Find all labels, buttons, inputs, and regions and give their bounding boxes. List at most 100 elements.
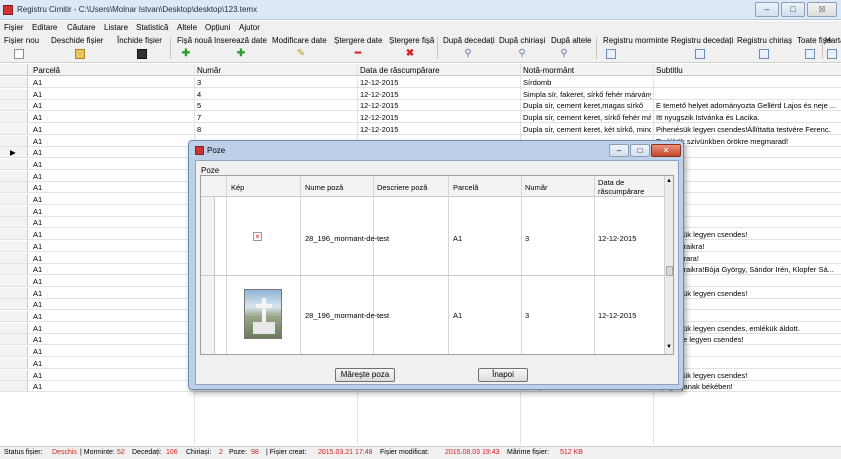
modify-data-button[interactable]: Modificare date ✎ xyxy=(272,34,330,63)
photos-column-description[interactable]: Descriere poză xyxy=(377,183,427,192)
scroll-thumb[interactable] xyxy=(666,266,673,276)
cell-parcela: A1 xyxy=(33,136,43,146)
dialog-close-button[interactable]: ✕ xyxy=(651,144,681,157)
photos-column-date[interactable]: Data de răscumpărare xyxy=(598,178,644,196)
row-header[interactable] xyxy=(0,299,28,310)
row-header[interactable] xyxy=(0,252,28,263)
menu-cautare[interactable]: Căutare xyxy=(67,23,95,32)
remove-icon: ━ xyxy=(354,48,362,59)
row-header[interactable] xyxy=(0,123,28,134)
zoom-photo-button[interactable]: Mărește poza xyxy=(335,368,395,382)
new-file-button[interactable]: Fișier nou xyxy=(4,34,44,63)
close-button[interactable]: ⊠ xyxy=(807,2,837,17)
cell-numar: 4 xyxy=(197,89,202,99)
minimize-button[interactable]: – xyxy=(755,2,779,17)
row-header[interactable] xyxy=(0,158,28,169)
row-header[interactable] xyxy=(0,229,28,240)
dialog-title: Poze xyxy=(207,146,226,155)
search-other-button[interactable]: După altele ⚲ xyxy=(551,34,593,63)
row-header[interactable] xyxy=(0,264,28,275)
column-header-parcela[interactable]: Parcelă xyxy=(33,66,193,75)
status-created-value: 2015.03.21 17:48 xyxy=(318,449,373,456)
photos-scrollbar[interactable]: ▲ ▼ xyxy=(664,176,673,354)
menu-listare[interactable]: Listare xyxy=(104,23,128,32)
row-header[interactable] xyxy=(0,322,28,333)
maximize-button[interactable]: □ xyxy=(781,2,805,17)
row-header[interactable] xyxy=(0,182,28,193)
photos-column-parcel[interactable]: Parcelă xyxy=(453,183,478,192)
column-header-data[interactable]: Data de răscumpărare xyxy=(360,66,520,75)
menu-statistica[interactable]: Statistică xyxy=(136,23,168,32)
table-row[interactable]: A1 5 12-12-2015 Dupla sír, cement keret,mag… xyxy=(0,100,841,112)
scroll-up-icon[interactable]: ▲ xyxy=(666,178,672,184)
row-header[interactable] xyxy=(0,112,28,123)
row-header[interactable] xyxy=(0,275,28,286)
row-header[interactable] xyxy=(0,357,28,368)
delete-record-button[interactable]: Ștergere fișă ✖ xyxy=(389,34,434,63)
status-created-label: | Fișier creat: xyxy=(266,449,307,456)
row-header[interactable] xyxy=(0,381,28,392)
photos-grid[interactable]: Kép Nume poză Descriere poză Parcelă Num… xyxy=(200,175,674,355)
register-graves-button[interactable]: Registru morminte xyxy=(603,34,668,63)
register-deceased-button[interactable]: Registru decedați xyxy=(671,34,733,63)
status-modified-label: Fișier modificat: xyxy=(380,449,430,456)
row-header[interactable] xyxy=(0,88,28,99)
row-header[interactable] xyxy=(0,287,28,298)
photos-column-name[interactable]: Nume poză xyxy=(305,183,343,192)
row-header[interactable]: ▶ xyxy=(0,147,28,158)
search-icon: ⚲ xyxy=(464,48,472,59)
cell-subtitlu: Pihenésük legyen csendes!Állíttatta test… xyxy=(656,124,831,134)
scroll-down-icon[interactable]: ▼ xyxy=(666,344,672,350)
row-header[interactable] xyxy=(0,170,28,181)
menu-optiuni[interactable]: Opțiuni xyxy=(205,23,230,32)
search-deceased-button[interactable]: După decedați ⚲ xyxy=(443,34,495,63)
table-row[interactable]: A1 7 12-12-2015 Dupla sír, cement keret, sí… xyxy=(0,112,841,124)
new-record-button[interactable]: Fișă nouă ✚ xyxy=(177,34,212,63)
row-header[interactable] xyxy=(0,217,28,228)
row-header[interactable] xyxy=(0,334,28,345)
photos-column-number[interactable]: Număr xyxy=(525,183,548,192)
cell-data: 12-12-2015 xyxy=(360,78,399,87)
delete-data-button[interactable]: Ștergere date ━ xyxy=(334,34,384,63)
insert-data-button[interactable]: Inserează date ✚ xyxy=(214,34,268,63)
open-file-button[interactable]: Deschide fișier xyxy=(51,34,111,63)
menu-editare[interactable]: Editare xyxy=(32,23,57,32)
photo-row[interactable]: 28_196_mormant-de-... test A1 3 12-12-20… xyxy=(201,277,673,354)
row-header[interactable] xyxy=(0,311,28,321)
menu-ajutor[interactable]: Ajutor xyxy=(239,23,260,32)
search-tenants-button[interactable]: După chiriași ⚲ xyxy=(499,34,547,63)
menu-altele[interactable]: Altele xyxy=(177,23,197,32)
row-header[interactable] xyxy=(0,369,28,380)
menu-fisier[interactable]: Fișier xyxy=(4,23,24,32)
row-header[interactable] xyxy=(0,240,28,251)
toolbar-separator xyxy=(437,37,438,59)
dialog-minimize-button[interactable]: – xyxy=(609,144,629,157)
search-icon: ⚲ xyxy=(518,48,526,59)
row-header[interactable] xyxy=(0,100,28,111)
insert-data-label: Inserează date xyxy=(214,36,267,45)
map-button[interactable]: Hartă xyxy=(825,34,841,63)
column-header-nota[interactable]: Notă-mormânt xyxy=(523,66,643,75)
table-row[interactable]: A1 4 12-12-2015 Simpla sír, fakeret, sírkő … xyxy=(0,88,841,100)
photo-parcel: A1 xyxy=(453,234,463,243)
all-records-button[interactable]: Toate fișe xyxy=(797,34,831,63)
row-header[interactable] xyxy=(0,194,28,204)
row-header[interactable] xyxy=(0,135,28,146)
cell-data: 12-12-2015 xyxy=(360,124,399,134)
dialog-maximize-button[interactable]: □ xyxy=(630,144,650,157)
column-header-numar[interactable]: Număr xyxy=(197,66,357,75)
photos-column-image[interactable]: Kép xyxy=(231,183,244,192)
register-icon xyxy=(759,49,769,59)
open-folder-icon xyxy=(75,49,85,59)
photo-row[interactable]: × 28_196_mormant-de-... test A1 3 12-12-… xyxy=(201,198,673,276)
row-header[interactable] xyxy=(0,77,28,87)
column-header-subtitlu[interactable]: Subtitlu xyxy=(656,66,836,75)
row-header[interactable] xyxy=(0,346,28,357)
close-file-button[interactable]: Închide fișier xyxy=(117,34,167,63)
table-row[interactable]: A1 8 12-12-2015 Dupla sír, cement keret, ké… xyxy=(0,123,841,135)
cell-parcela: A1 xyxy=(33,335,43,345)
row-header[interactable] xyxy=(0,205,28,216)
table-row[interactable]: A1 3 12-12-2015 Sírdomb xyxy=(0,77,841,88)
back-button[interactable]: Înapoi xyxy=(478,368,528,382)
register-tenant-button[interactable]: Registru chiriaș xyxy=(737,34,793,63)
